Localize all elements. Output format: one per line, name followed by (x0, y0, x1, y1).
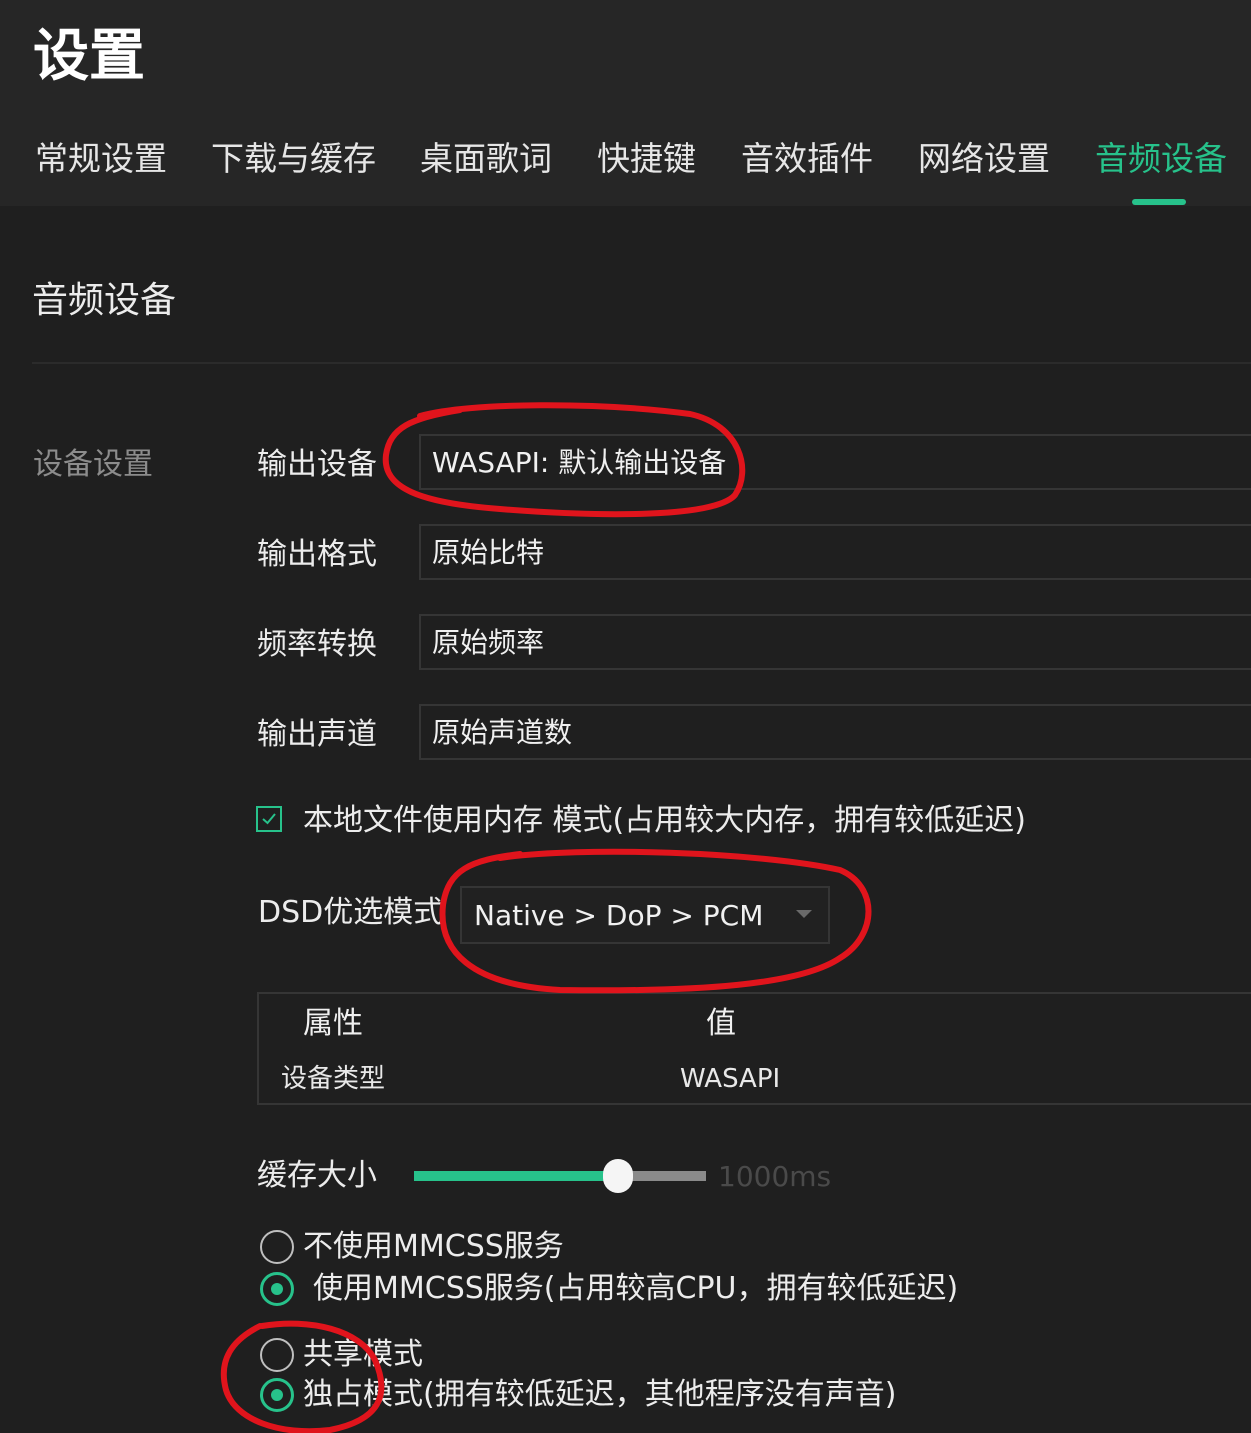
use-mmcss-radio[interactable] (260, 1272, 294, 1306)
buffer-size-label: 缓存大小 (257, 1158, 377, 1193)
buffer-size-value: 1000ms (718, 1160, 832, 1193)
exclusive-mode-label: 独占模式(拥有较低延迟，其他程序没有声音) (303, 1377, 897, 1412)
buffer-size-slider[interactable] (414, 1159, 706, 1193)
checkmark-icon (262, 813, 276, 825)
shared-mode-label: 共享模式 (303, 1337, 423, 1372)
page-title: 设置 (33, 24, 145, 89)
output-device-label: 输出设备 (257, 447, 377, 482)
output-channels-label: 输出声道 (257, 717, 377, 752)
dsd-mode-label: DSD优选模式 (258, 895, 444, 930)
section-divider (32, 362, 1251, 364)
sample-rate-label: 频率转换 (257, 627, 377, 662)
tab-audio-plugins[interactable]: 音效插件 (741, 136, 873, 182)
table-header-property: 属性 (303, 1006, 363, 1041)
slider-thumb[interactable] (603, 1159, 634, 1193)
tab-download-cache[interactable]: 下载与缓存 (211, 136, 376, 182)
output-format-value: 原始比特 (432, 536, 545, 569)
tab-network[interactable]: 网络设置 (918, 136, 1050, 182)
device-properties-table: 属性 值 设备类型 WASAPI (257, 992, 1251, 1105)
table-header-value: 值 (706, 1006, 736, 1041)
output-format-select[interactable]: 原始比特 (419, 524, 1251, 580)
output-channels-value: 原始声道数 (432, 716, 573, 749)
tab-audio-device[interactable]: 音频设备 (1095, 136, 1227, 182)
output-channels-select[interactable]: 原始声道数 (419, 704, 1251, 760)
table-cell-value: WASAPI (680, 1064, 781, 1094)
group-label: 设备设置 (33, 447, 153, 482)
exclusive-mode-radio[interactable] (260, 1378, 294, 1412)
chevron-down-icon (796, 910, 812, 918)
shared-mode-radio[interactable] (260, 1338, 294, 1372)
tab-desktop-lyrics[interactable]: 桌面歌词 (420, 136, 552, 182)
active-tab-indicator (1132, 199, 1186, 205)
no-mmcss-label: 不使用MMCSS服务 (303, 1229, 564, 1264)
output-format-label: 输出格式 (257, 537, 377, 572)
sample-rate-select[interactable]: 原始频率 (419, 614, 1251, 670)
slider-fill (414, 1171, 619, 1181)
dsd-mode-dropdown[interactable]: Native > DoP > PCM (460, 886, 830, 944)
memory-mode-label: 本地文件使用内存 模式(占用较大内存，拥有较低延迟) (303, 803, 1026, 838)
output-device-value: WASAPI: 默认输出设备 (432, 446, 727, 479)
sample-rate-value: 原始频率 (432, 626, 545, 659)
tab-general[interactable]: 常规设置 (35, 136, 167, 182)
memory-mode-checkbox[interactable] (256, 806, 282, 832)
use-mmcss-label: 使用MMCSS服务(占用较高CPU，拥有较低延迟) (313, 1271, 959, 1306)
tab-shortcuts[interactable]: 快捷键 (597, 136, 696, 182)
section-title: 音频设备 (32, 280, 177, 321)
dsd-mode-value: Native > DoP > PCM (474, 899, 764, 932)
output-device-select[interactable]: WASAPI: 默认输出设备 (419, 434, 1251, 490)
no-mmcss-radio[interactable] (260, 1230, 294, 1264)
table-cell-property: 设备类型 (281, 1064, 386, 1094)
header: 设置 常规设置 下载与缓存 桌面歌词 快捷键 音效插件 网络设置 音频设备 (0, 0, 1251, 206)
